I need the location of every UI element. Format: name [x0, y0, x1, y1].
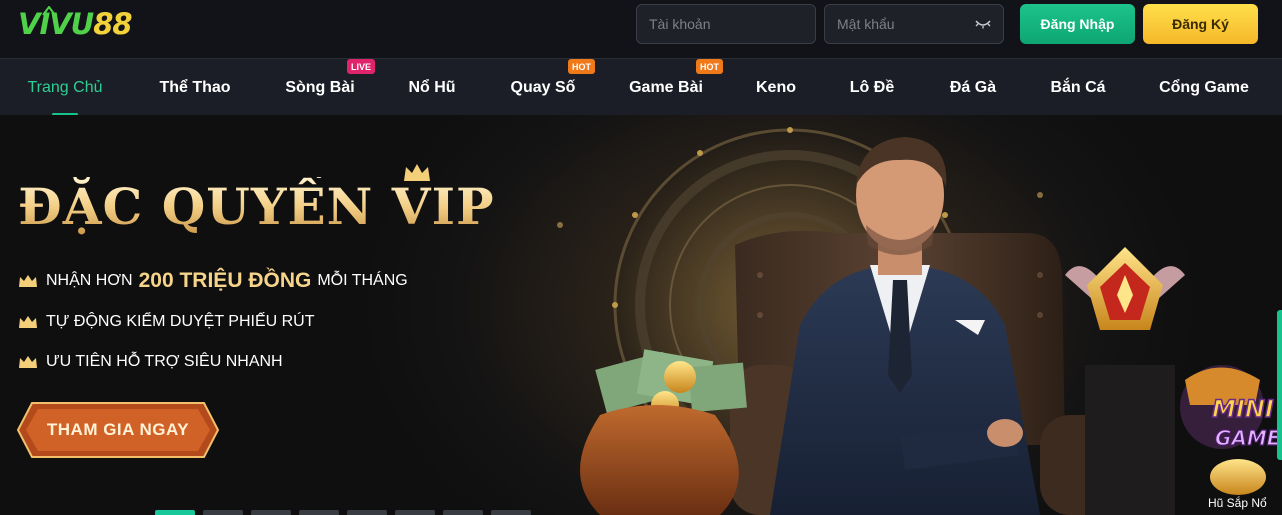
money-bag-icon — [580, 349, 747, 515]
slide-dot[interactable] — [203, 510, 243, 515]
login-button[interactable]: Đăng Nhập — [1020, 4, 1135, 44]
nav-item-lode[interactable]: Lô Đề — [838, 59, 906, 116]
site-logo[interactable]: VIVU 88 — [18, 6, 133, 42]
username-input[interactable]: Tài khoản — [636, 4, 816, 44]
crown-icon — [19, 275, 37, 287]
nav-label: Sòng Bài — [285, 78, 355, 96]
slide-dot[interactable] — [395, 510, 435, 515]
side-tab[interactable] — [1277, 310, 1282, 460]
main-nav: Trang Chủ Thể Thao Sòng Bài LIVE Nổ Hũ Q… — [0, 58, 1282, 116]
slide-dot[interactable] — [347, 510, 387, 515]
logo-number: 88 — [93, 7, 132, 41]
perk-text: NHẬN HƠN — [46, 272, 133, 289]
svg-text:GAME: GAME — [1215, 426, 1281, 450]
perk-text: TỰ ĐỘNG KIỂM DUYỆT PHIẾU RÚT — [46, 313, 315, 330]
nav-label: Thể Thao — [159, 78, 231, 96]
password-placeholder: Mật khẩu — [837, 16, 895, 32]
nav-label: Lô Đề — [849, 78, 895, 96]
crown-icon — [404, 164, 430, 181]
nav-label: Game Bài — [629, 78, 703, 96]
slide-dot[interactable] — [443, 510, 483, 515]
nav-label: Keno — [756, 78, 796, 96]
slide-dot[interactable] — [155, 510, 195, 515]
hero-banner[interactable]: MINI GAME ĐẶC QUYỀN VIP NHẬN HƠN 200 TRI… — [0, 115, 1282, 515]
nav-label: Trang Chủ — [27, 78, 103, 96]
perk-item: ƯU TIÊN HỖ TRỢ SIÊU NHANH — [18, 353, 283, 371]
nav-item-card-games[interactable]: Game Bài HOT — [618, 59, 723, 116]
crown-icon — [19, 316, 37, 328]
nav-item-game-portal[interactable]: Cổng Game — [1148, 59, 1260, 116]
slide-dot[interactable] — [491, 510, 531, 515]
perk-text: ƯU TIÊN HỖ TRỢ SIÊU NHANH — [46, 353, 283, 370]
slide-dot[interactable] — [299, 510, 339, 515]
eye-icon[interactable] — [975, 19, 991, 29]
nav-label: Quay Số — [510, 78, 576, 96]
slide-dot[interactable] — [251, 510, 291, 515]
nav-item-slots[interactable]: Nổ Hũ — [395, 59, 469, 116]
hot-badge: HOT — [568, 59, 595, 74]
nav-label: Cổng Game — [1159, 78, 1249, 96]
nav-item-home[interactable]: Trang Chủ — [14, 59, 116, 116]
nav-item-sports[interactable]: Thể Thao — [145, 59, 245, 116]
top-header: VIVU 88 Tài khoản Mật khẩu Đăng Nhập Đăng… — [0, 0, 1282, 58]
crown-icon — [19, 356, 37, 368]
perk-item: NHẬN HƠN 200 TRIỆU ĐỒNG MỖI THÁNG — [18, 269, 408, 293]
password-input[interactable]: Mật khẩu — [824, 4, 1004, 44]
banner-headline: ĐẶC QUYỀN VIP — [18, 177, 495, 236]
nav-label: Bắn Cá — [1050, 78, 1106, 96]
nav-item-lottery[interactable]: Quay Số HOT — [500, 59, 595, 116]
live-badge: LIVE — [347, 59, 376, 74]
logo-leaf-icon — [42, 6, 56, 16]
nav-item-fishing[interactable]: Bắn Cá — [1038, 59, 1118, 116]
mini-game-text: MINI — [1212, 395, 1274, 423]
perk-text: MỖI THÁNG — [317, 272, 408, 289]
jackpot-label[interactable]: Hũ Sắp Nổ — [1208, 496, 1267, 510]
nav-label: Nổ Hũ — [408, 78, 456, 96]
perk-item: TỰ ĐỘNG KIỂM DUYỆT PHIẾU RÚT — [18, 313, 315, 331]
perk-highlight: 200 TRIỆU ĐỒNG — [138, 269, 312, 292]
nav-item-keno[interactable]: Keno — [744, 59, 808, 116]
nav-label: Đá Gà — [949, 78, 997, 96]
nav-item-cockfight[interactable]: Đá Gà — [937, 59, 1009, 116]
join-now-button[interactable]: THAM GIA NGAY — [18, 403, 218, 457]
nav-item-casino[interactable]: Sòng Bài LIVE — [275, 59, 376, 116]
hot-badge: HOT — [696, 59, 723, 74]
slide-indicators — [155, 510, 531, 515]
mini-game-badge: MINI GAME — [1180, 365, 1281, 495]
username-placeholder: Tài khoản — [649, 16, 711, 32]
register-button[interactable]: Đăng Ký — [1143, 4, 1258, 44]
join-now-label: THAM GIA NGAY — [46, 420, 190, 439]
